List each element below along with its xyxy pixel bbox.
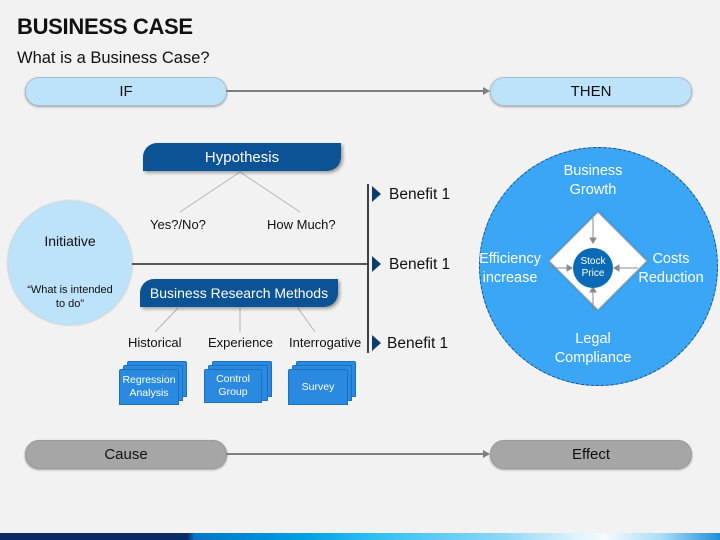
hypothesis-branch-right [239,171,301,213]
initiative-description: “What is intended to do” [27,284,113,310]
initiative-title: Initiative [44,233,96,249]
method-item-regression-analysis: Regression Analysis [119,361,187,405]
effect-label: Effect [571,446,611,463]
research-branch-left [154,307,179,333]
method-item-label: Regression Analysis [119,369,179,405]
cause-pill: Cause [25,440,227,469]
arrow-right-icon [483,450,490,458]
effect-pill: Effect [490,440,692,469]
arrow-left-icon [613,264,620,272]
footer-gradient-bar [0,533,720,540]
stock-price-center: Stock Price [573,248,613,288]
benefit-3: Benefit 1 [387,335,449,352]
method-item-survey: Survey [288,361,356,405]
outcome-legal-compliance: Legal Compliance [554,331,632,366]
method-category-historical: Historical [128,335,182,350]
outcome-efficiency-increase: Efficiency increase [479,251,541,286]
benefit-2: Benefit 1 [389,256,451,273]
cause-label: Cause [104,446,148,463]
hypothesis-banner: Hypothesis [143,143,341,171]
hypothesis-title: Hypothesis [204,148,280,166]
hypothesis-branch-how-much: How Much? [267,217,336,232]
research-banner: Business Research Methods [140,279,338,307]
hypothesis-branch-yes-no: Yes?/No? [150,217,206,232]
triangle-right-icon [372,256,381,272]
benefits-bracket [367,184,369,353]
triangle-right-icon [372,335,381,351]
method-item-control-group: Control Group [204,361,272,403]
research-branch-right [297,307,316,333]
stock-price-label: Stock Price [580,256,606,279]
method-category-experience: Experience [208,335,274,350]
method-category-interrogative: Interrogative [289,335,362,350]
outcome-business-growth: Business Growth [563,163,623,198]
hypothesis-branch-left [179,171,241,213]
cause-effect-connector [226,453,483,455]
arrow-right-icon [566,264,573,272]
method-item-label: Control Group [204,369,262,403]
research-title: Business Research Methods [149,285,329,301]
benefit-1: Benefit 1 [389,186,451,203]
method-item-label: Survey [288,369,348,405]
triangle-right-icon [372,186,381,202]
arrow-down-icon [589,237,597,244]
